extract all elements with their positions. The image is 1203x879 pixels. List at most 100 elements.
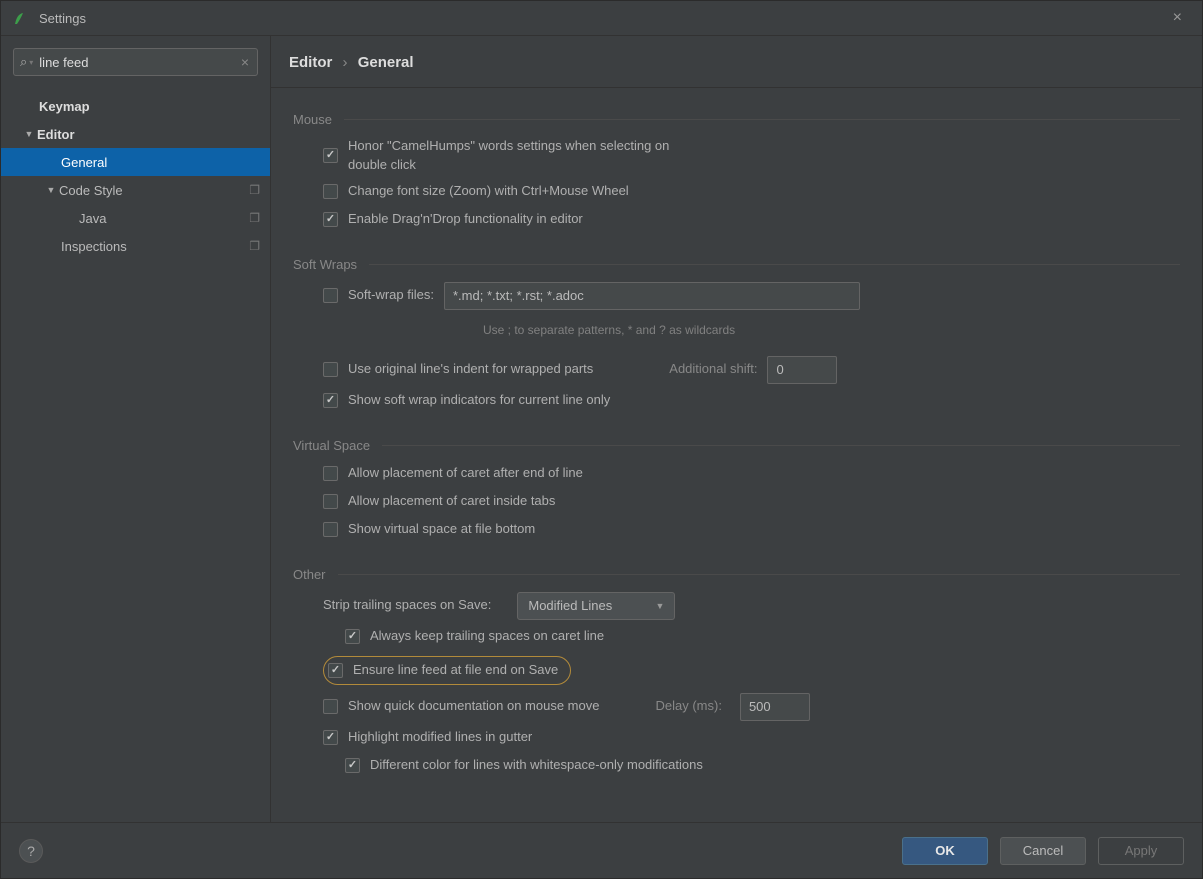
sidebar-item-label: Editor xyxy=(37,127,260,142)
breadcrumb-part: Editor xyxy=(289,54,332,71)
search-input-container: ⌕ ▾ × xyxy=(13,48,258,76)
sidebar-item-code-style[interactable]: ▼ Code Style ❐ xyxy=(1,176,270,204)
checkbox[interactable] xyxy=(323,494,338,509)
breadcrumb: Editor › General xyxy=(271,36,1202,88)
option-label: Show soft wrap indicators for current li… xyxy=(348,391,610,410)
search-dropdown-icon[interactable]: ▾ xyxy=(29,58,33,67)
option-keep-caret-spaces[interactable]: Always keep trailing spaces on caret lin… xyxy=(293,626,1180,648)
option-dragdrop[interactable]: Enable Drag'n'Drop functionality in edit… xyxy=(293,209,1180,231)
search-highlight: Ensure line feed at file end on Save xyxy=(323,656,571,685)
section-header-other: Other xyxy=(293,567,1180,582)
section-header-virtual: Virtual Space xyxy=(293,438,1180,453)
checkbox[interactable] xyxy=(323,184,338,199)
ok-button[interactable]: OK xyxy=(902,837,988,865)
option-label: Ensure line feed at file end on Save xyxy=(353,661,558,680)
window-title: Settings xyxy=(39,11,86,26)
settings-tree: Keymap ▼ Editor General ▼ Code Style ❐ J… xyxy=(1,88,270,822)
section-header-mouse: Mouse xyxy=(293,112,1180,127)
select-value: Modified Lines xyxy=(528,598,612,613)
button-label: Cancel xyxy=(1023,843,1063,858)
section-divider xyxy=(344,119,1180,120)
clear-search-icon[interactable]: × xyxy=(239,54,251,70)
strip-trailing-select[interactable]: Modified Lines ▼ xyxy=(517,592,675,620)
search-icon: ⌕ xyxy=(20,54,27,70)
sidebar-item-label: Code Style xyxy=(59,183,249,198)
section-title: Other xyxy=(293,567,326,582)
checkbox[interactable] xyxy=(323,522,338,537)
option-label: Use original line's indent for wrapped p… xyxy=(348,360,593,379)
checkbox[interactable] xyxy=(323,148,338,163)
close-icon[interactable]: × xyxy=(1165,5,1190,31)
section-divider xyxy=(369,264,1180,265)
option-label: Show virtual space at file bottom xyxy=(348,520,535,539)
option-strip-trailing: Strip trailing spaces on Save: Modified … xyxy=(293,592,1180,620)
checkbox[interactable] xyxy=(323,730,338,745)
checkbox[interactable] xyxy=(328,663,343,678)
sidebar-item-inspections[interactable]: Inspections ❐ xyxy=(1,232,270,260)
option-label: Allow placement of caret after end of li… xyxy=(348,464,583,483)
softwrap-files-input[interactable] xyxy=(444,282,860,310)
option-label: Change font size (Zoom) with Ctrl+Mouse … xyxy=(348,182,629,201)
button-label: OK xyxy=(935,843,955,858)
option-quick-doc[interactable]: Show quick documentation on mouse move D… xyxy=(293,693,1180,721)
option-label: Always keep trailing spaces on caret lin… xyxy=(370,627,604,646)
breadcrumb-separator-icon: › xyxy=(343,54,348,71)
hint-text: Use ; to separate patterns, * and ? as w… xyxy=(483,323,735,337)
content-panel: Editor › General Mouse Honor "CamelHumps… xyxy=(271,36,1202,822)
apply-button[interactable]: Apply xyxy=(1098,837,1184,865)
sidebar-item-label: Keymap xyxy=(39,99,260,114)
expand-icon[interactable]: ▼ xyxy=(23,129,35,139)
delay-input[interactable] xyxy=(740,693,810,721)
expand-icon[interactable]: ▼ xyxy=(45,185,57,195)
titlebar: Settings × xyxy=(1,1,1202,36)
scheme-icon: ❐ xyxy=(249,183,260,197)
sidebar-item-label: Inspections xyxy=(61,239,249,254)
checkbox[interactable] xyxy=(323,699,338,714)
option-caret-inside-tabs[interactable]: Allow placement of caret inside tabs xyxy=(293,491,1180,513)
option-highlight-gutter[interactable]: Highlight modified lines in gutter xyxy=(293,727,1180,749)
app-icon xyxy=(13,10,29,26)
section-header-softwraps: Soft Wraps xyxy=(293,257,1180,272)
option-virtual-file-bottom[interactable]: Show virtual space at file bottom xyxy=(293,519,1180,541)
search-input[interactable] xyxy=(39,55,239,70)
cancel-button[interactable]: Cancel xyxy=(1000,837,1086,865)
checkbox[interactable] xyxy=(323,393,338,408)
button-label: Apply xyxy=(1125,843,1158,858)
option-label: Enable Drag'n'Drop functionality in edit… xyxy=(348,210,583,229)
scheme-icon: ❐ xyxy=(249,211,260,225)
sidebar-item-general[interactable]: General xyxy=(1,148,270,176)
option-original-indent[interactable]: Use original line's indent for wrapped p… xyxy=(293,356,1180,384)
option-label: Different color for lines with whitespac… xyxy=(370,756,703,775)
checkbox[interactable] xyxy=(323,362,338,377)
scheme-icon: ❐ xyxy=(249,239,260,253)
section-title: Soft Wraps xyxy=(293,257,357,272)
settings-scroll[interactable]: Mouse Honor "CamelHumps" words settings … xyxy=(271,88,1202,822)
option-caret-after-eol[interactable]: Allow placement of caret after end of li… xyxy=(293,463,1180,485)
sidebar-item-java[interactable]: Java ❐ xyxy=(1,204,270,232)
option-label: Soft-wrap files: xyxy=(348,286,444,305)
softwrap-hint-row: Use ; to separate patterns, * and ? as w… xyxy=(293,316,1180,338)
option-zoom[interactable]: Change font size (Zoom) with Ctrl+Mouse … xyxy=(293,181,1180,203)
option-label: Honor "CamelHumps" words settings when s… xyxy=(348,137,708,175)
checkbox[interactable] xyxy=(323,212,338,227)
option-ensure-line-feed[interactable]: Ensure line feed at file end on Save xyxy=(293,656,1180,685)
delay-label: Delay (ms): xyxy=(655,697,721,716)
additional-shift-input[interactable] xyxy=(767,356,837,384)
option-label: Show quick documentation on mouse move xyxy=(348,697,599,716)
sidebar-item-label: General xyxy=(61,155,260,170)
section-title: Virtual Space xyxy=(293,438,370,453)
sidebar-item-keymap[interactable]: Keymap xyxy=(1,92,270,120)
option-softwrap-indicators[interactable]: Show soft wrap indicators for current li… xyxy=(293,390,1180,412)
checkbox[interactable] xyxy=(323,288,338,303)
help-button[interactable]: ? xyxy=(19,839,43,863)
section-divider xyxy=(338,574,1180,575)
option-label: Highlight modified lines in gutter xyxy=(348,728,532,747)
sidebar-item-label: Java xyxy=(79,211,249,226)
checkbox[interactable] xyxy=(323,466,338,481)
checkbox[interactable] xyxy=(345,758,360,773)
checkbox[interactable] xyxy=(345,629,360,644)
option-label: Strip trailing spaces on Save: xyxy=(323,596,491,615)
sidebar-item-editor[interactable]: ▼ Editor xyxy=(1,120,270,148)
option-diff-color-whitespace[interactable]: Different color for lines with whitespac… xyxy=(293,755,1180,777)
option-camelhumps[interactable]: Honor "CamelHumps" words settings when s… xyxy=(293,137,1180,175)
